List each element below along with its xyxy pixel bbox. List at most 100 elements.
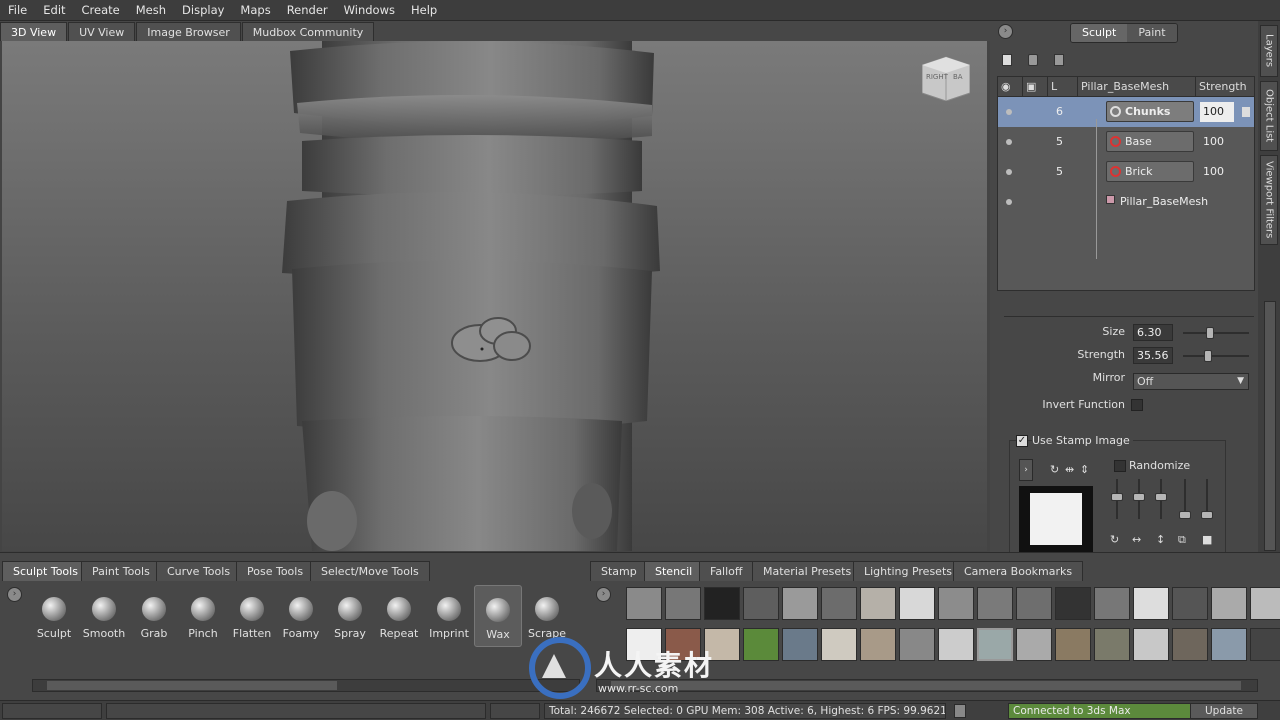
- stencil-thumb[interactable]: [821, 628, 857, 661]
- stencil-thumb[interactable]: [1133, 628, 1169, 661]
- new-layer-icon[interactable]: [1002, 54, 1012, 66]
- menu-help[interactable]: Help: [403, 3, 445, 17]
- layer-row-chunks[interactable]: 6 Chunks 100: [998, 97, 1254, 127]
- stencil-thumb[interactable]: [782, 628, 818, 661]
- tab-pose-tools[interactable]: Pose Tools: [236, 561, 315, 581]
- tab-object-list[interactable]: Object List: [1260, 81, 1278, 151]
- tab-stamp[interactable]: Stamp: [590, 561, 648, 581]
- tool-foamy[interactable]: Foamy: [277, 585, 325, 647]
- mirror-select[interactable]: Off ▼: [1133, 373, 1249, 390]
- visibility-dot-icon[interactable]: [1006, 169, 1012, 175]
- stencil-thumb[interactable]: [938, 628, 974, 661]
- stencil-thumb[interactable]: [1016, 628, 1052, 661]
- stencil-thumb[interactable]: [626, 587, 662, 620]
- tab-paint[interactable]: Paint: [1127, 24, 1177, 42]
- layer-strength[interactable]: 100: [1200, 102, 1234, 122]
- layer-strength[interactable]: 100: [1203, 135, 1224, 148]
- stencil-thumb[interactable]: [1172, 587, 1208, 620]
- tool-spray[interactable]: Spray: [326, 585, 374, 647]
- menu-maps[interactable]: Maps: [232, 3, 278, 17]
- layer-strength[interactable]: 100: [1203, 165, 1224, 178]
- strength-slider-knob[interactable]: [1204, 350, 1212, 362]
- size-field[interactable]: 6.30: [1133, 324, 1173, 341]
- visibility-dot-icon[interactable]: [1006, 109, 1012, 115]
- tab-sculpt-tools[interactable]: Sculpt Tools: [2, 561, 89, 581]
- stencil-expand-icon[interactable]: ›: [596, 587, 611, 602]
- tools-scrollbar[interactable]: [32, 679, 580, 692]
- stencil-thumb[interactable]: [899, 628, 935, 661]
- stencil-thumb[interactable]: [1055, 587, 1091, 620]
- strength-slider[interactable]: [1183, 350, 1249, 362]
- tool-pinch[interactable]: Pinch: [179, 585, 227, 647]
- tab-paint-tools[interactable]: Paint Tools: [81, 561, 161, 581]
- tab-stencil[interactable]: Stencil: [644, 561, 704, 581]
- menu-render[interactable]: Render: [279, 3, 336, 17]
- visibility-dot-icon[interactable]: [1006, 199, 1012, 205]
- stencil-thumb[interactable]: [860, 587, 896, 620]
- invert-function-checkbox[interactable]: [1131, 399, 1143, 411]
- expand-icon[interactable]: ›: [998, 24, 1013, 39]
- tab-curve-tools[interactable]: Curve Tools: [156, 561, 242, 581]
- delete-layer-icon[interactable]: [1028, 54, 1038, 66]
- menu-mesh[interactable]: Mesh: [128, 3, 174, 17]
- layer-row-brick[interactable]: 5 Brick 100: [998, 157, 1254, 187]
- layer-name[interactable]: Base: [1106, 131, 1194, 152]
- use-stamp-checkbox[interactable]: ✓: [1016, 435, 1028, 447]
- stencil-thumb[interactable]: [743, 587, 779, 620]
- tool-flatten[interactable]: Flatten: [228, 585, 276, 647]
- layer-row-base[interactable]: 5 Base 100: [998, 127, 1254, 157]
- update-button[interactable]: Update: [1190, 703, 1258, 719]
- tab-material-presets[interactable]: Material Presets: [752, 561, 863, 581]
- layer-strength-slider-icon[interactable]: [1242, 107, 1250, 117]
- tools-scrollbar-thumb[interactable]: [47, 681, 337, 690]
- flip-vertical-icon[interactable]: ⇕: [1080, 463, 1089, 476]
- tab-image-browser[interactable]: Image Browser: [136, 22, 241, 41]
- flip-horizontal-icon[interactable]: ⇹: [1065, 463, 1074, 476]
- stencil-thumb[interactable]: [977, 587, 1013, 620]
- stencil-thumb[interactable]: [938, 587, 974, 620]
- stencil-thumb[interactable]: [1133, 587, 1169, 620]
- stencil-thumb[interactable]: [1172, 628, 1208, 661]
- stencil-thumb[interactable]: [821, 587, 857, 620]
- viewport-3d[interactable]: RIGHT BA: [2, 41, 987, 551]
- stamp-toggle-icon[interactable]: ›: [1019, 459, 1033, 481]
- stencil-thumb[interactable]: [1250, 587, 1280, 620]
- stencil-thumb[interactable]: [1016, 587, 1052, 620]
- stencil-thumb[interactable]: [899, 587, 935, 620]
- tool-imprint[interactable]: Imprint: [425, 585, 473, 647]
- square-icon[interactable]: ■: [1202, 533, 1212, 546]
- layer-row-basemesh[interactable]: Pillar_BaseMesh: [998, 187, 1254, 217]
- menu-edit[interactable]: Edit: [35, 3, 73, 17]
- header-name[interactable]: Pillar_BaseMesh: [1078, 77, 1196, 96]
- stencil-thumb[interactable]: [1250, 628, 1280, 661]
- size-slider[interactable]: [1183, 327, 1249, 339]
- tab-falloff[interactable]: Falloff: [699, 561, 754, 581]
- tool-sculpt[interactable]: Sculpt: [30, 585, 78, 647]
- tool-wax[interactable]: Wax: [474, 585, 522, 647]
- stencil-thumb[interactable]: [782, 587, 818, 620]
- stencil-thumb[interactable]: [1211, 628, 1247, 661]
- tab-select-move-tools[interactable]: Select/Move Tools: [310, 561, 430, 581]
- tool-smooth[interactable]: Smooth: [80, 585, 128, 647]
- menu-windows[interactable]: Windows: [336, 3, 403, 17]
- tab-layers[interactable]: Layers: [1260, 25, 1278, 77]
- lock-icon[interactable]: ▣: [1023, 77, 1048, 96]
- rotate-icon[interactable]: ↻: [1050, 463, 1059, 476]
- menu-create[interactable]: Create: [74, 3, 128, 17]
- stencil-thumb[interactable]: [704, 587, 740, 620]
- layer-name[interactable]: Brick: [1106, 161, 1194, 182]
- tab-camera-bookmarks[interactable]: Camera Bookmarks: [953, 561, 1084, 581]
- reset-icon[interactable]: ↻: [1110, 533, 1119, 546]
- layer-name[interactable]: Chunks: [1106, 101, 1194, 122]
- tab-lighting-presets[interactable]: Lighting Presets: [853, 561, 963, 581]
- tab-uv-view[interactable]: UV View: [68, 22, 136, 41]
- size-slider-knob[interactable]: [1206, 327, 1214, 339]
- tool-grab[interactable]: Grab: [130, 585, 178, 647]
- horizontal-icon[interactable]: ↔: [1132, 533, 1141, 546]
- tools-expand-icon[interactable]: ›: [7, 587, 22, 602]
- strength-field[interactable]: 35.56: [1133, 347, 1173, 364]
- properties-scrollbar[interactable]: [1264, 301, 1276, 551]
- eye-icon[interactable]: ◉: [998, 77, 1023, 96]
- visibility-dot-icon[interactable]: [1006, 139, 1012, 145]
- tab-sculpt[interactable]: Sculpt: [1071, 24, 1128, 42]
